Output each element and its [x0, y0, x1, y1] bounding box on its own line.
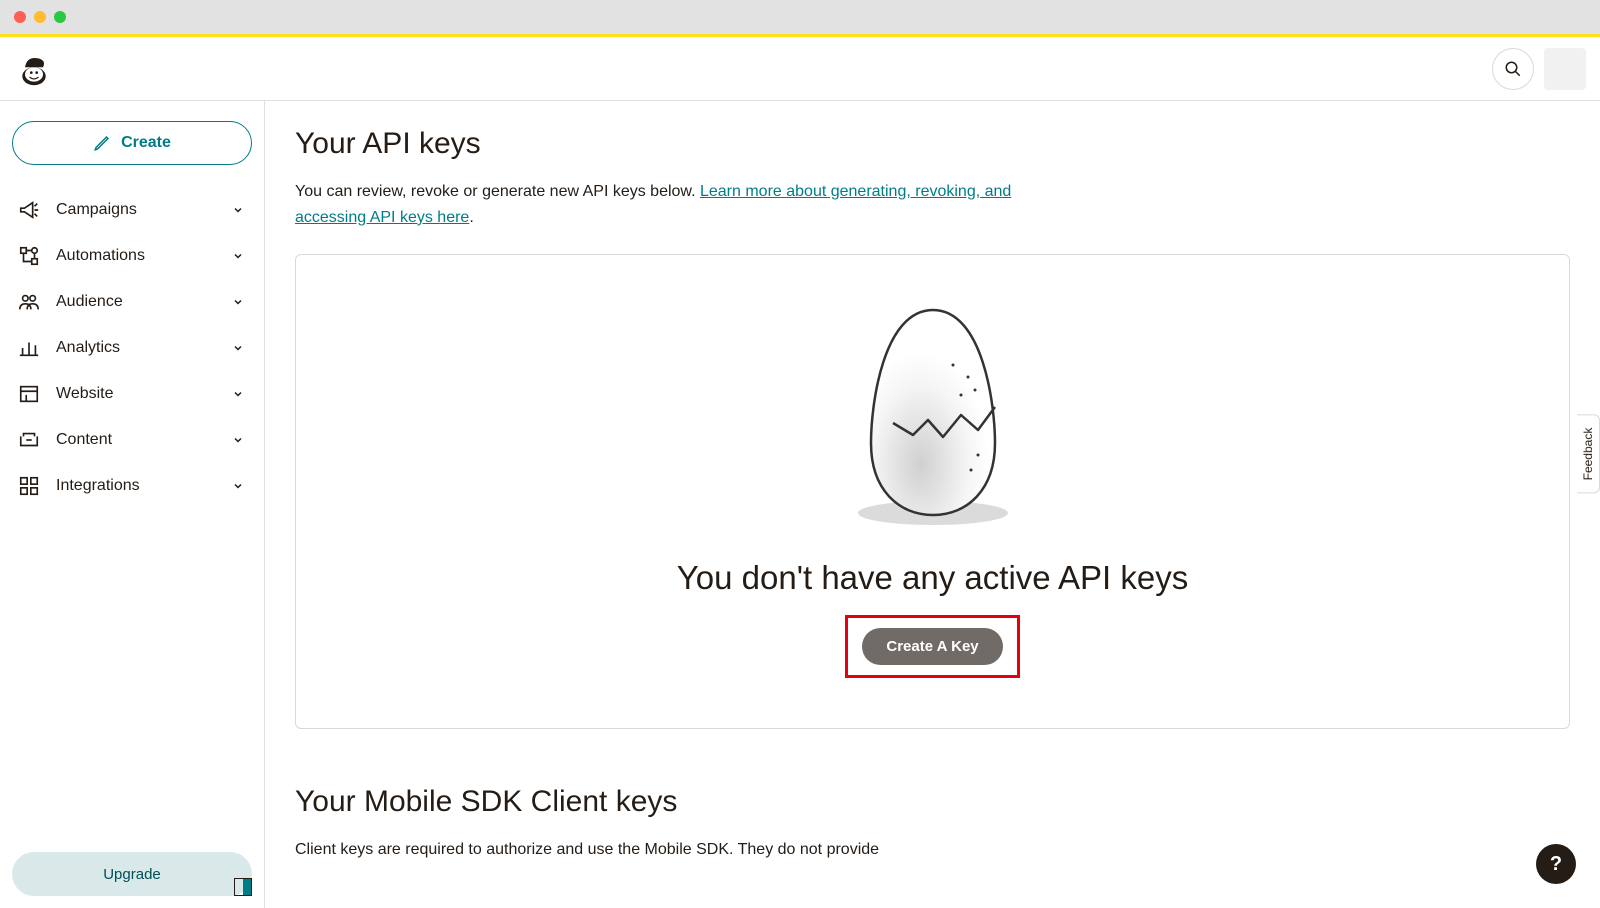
sdk-section-description: Client keys are required to authorize an…: [295, 837, 975, 863]
sidebar-item-label: Automations: [56, 247, 214, 265]
chevron-down-icon: [230, 340, 246, 356]
empty-state-illustration: [823, 295, 1043, 535]
description-prefix: You can review, revoke or generate new A…: [295, 183, 700, 200]
chevron-down-icon: [230, 432, 246, 448]
sidebar-item-automations[interactable]: Automations: [12, 233, 252, 279]
sidebar-item-campaigns[interactable]: Campaigns: [12, 187, 252, 233]
help-button[interactable]: ?: [1536, 844, 1576, 884]
sidebar-item-analytics[interactable]: Analytics: [12, 325, 252, 371]
account-menu[interactable]: [1544, 48, 1586, 90]
create-key-button[interactable]: Create A Key: [862, 628, 1002, 665]
brand-logo[interactable]: [14, 49, 54, 89]
sidebar-item-label: Integrations: [56, 477, 214, 495]
audience-icon: [18, 291, 40, 313]
content-icon: [18, 429, 40, 451]
page-description: You can review, revoke or generate new A…: [295, 179, 1075, 230]
traffic-light-minimize-icon[interactable]: [34, 11, 46, 23]
collapse-sidebar-icon[interactable]: [234, 878, 252, 896]
help-icon: ?: [1550, 853, 1562, 876]
megaphone-icon: [18, 199, 40, 221]
sidebar-item-label: Campaigns: [56, 201, 214, 219]
traffic-light-zoom-icon[interactable]: [54, 11, 66, 23]
sidebar-item-label: Website: [56, 385, 214, 403]
pencil-icon: [93, 134, 111, 152]
page-title: Your API keys: [295, 127, 1570, 161]
app-header: [0, 37, 1600, 101]
sidebar: Create Campaigns Automations Audience: [0, 101, 265, 908]
traffic-light-close-icon[interactable]: [14, 11, 26, 23]
create-button[interactable]: Create: [12, 121, 252, 165]
upgrade-button[interactable]: Upgrade: [12, 852, 252, 896]
sidebar-item-audience[interactable]: Audience: [12, 279, 252, 325]
chevron-down-icon: [230, 478, 246, 494]
create-key-button-label: Create A Key: [886, 638, 978, 655]
integrations-icon: [18, 475, 40, 497]
sidebar-item-content[interactable]: Content: [12, 417, 252, 463]
sidebar-item-integrations[interactable]: Integrations: [12, 463, 252, 509]
sdk-section-title: Your Mobile SDK Client keys: [295, 785, 1570, 819]
create-button-label: Create: [121, 134, 171, 152]
search-icon: [1504, 60, 1522, 78]
window-title-bar: [0, 0, 1600, 34]
sidebar-item-label: Analytics: [56, 339, 214, 357]
sidebar-item-label: Audience: [56, 293, 214, 311]
sidebar-item-label: Content: [56, 431, 214, 449]
automations-icon: [18, 245, 40, 267]
mailchimp-logo-icon: [16, 51, 52, 87]
feedback-label: Feedback: [1581, 428, 1595, 481]
empty-state-title: You don't have any active API keys: [677, 559, 1188, 597]
main-content: Your API keys You can review, revoke or …: [265, 101, 1600, 908]
chevron-down-icon: [230, 248, 246, 264]
description-suffix: .: [469, 209, 473, 226]
feedback-tab[interactable]: Feedback: [1577, 415, 1600, 494]
website-icon: [18, 383, 40, 405]
search-button[interactable]: [1492, 48, 1534, 90]
upgrade-button-label: Upgrade: [103, 866, 161, 883]
egg-icon: [823, 295, 1043, 535]
chevron-down-icon: [230, 202, 246, 218]
chevron-down-icon: [230, 294, 246, 310]
analytics-icon: [18, 337, 40, 359]
chevron-down-icon: [230, 386, 246, 402]
annotation-highlight: Create A Key: [845, 615, 1019, 678]
sidebar-item-website[interactable]: Website: [12, 371, 252, 417]
empty-state-card: You don't have any active API keys Creat…: [295, 254, 1570, 729]
